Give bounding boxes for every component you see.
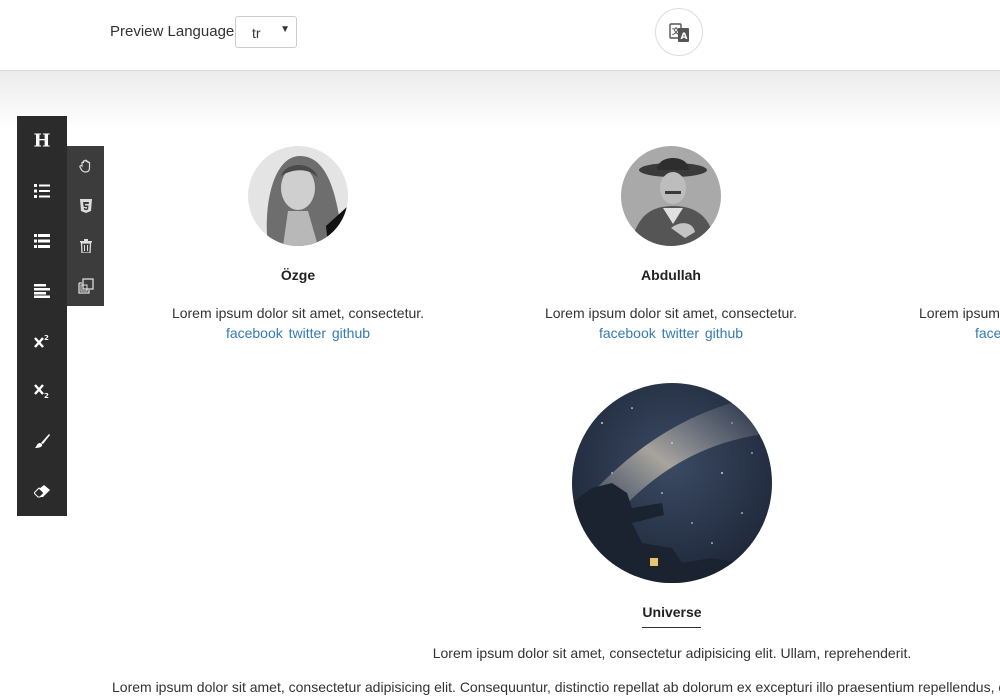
member-social-links: facebook	[975, 325, 1000, 341]
feature-long-description: Lorem ipsum dolor sit amet, consectetur …	[112, 679, 1000, 695]
night-sky-image	[572, 383, 772, 583]
subscript-button[interactable]: 2	[17, 366, 67, 416]
align-left-button[interactable]	[17, 266, 67, 316]
trash-icon	[79, 239, 92, 253]
eraser-button[interactable]	[17, 466, 67, 516]
feature-title-underline	[642, 627, 701, 628]
member-social-links: facebook twitter github	[148, 325, 448, 341]
translate-icon: 文 A	[669, 23, 689, 42]
preview-language-label: Preview Language	[110, 23, 235, 40]
unordered-list-icon	[34, 234, 50, 248]
translate-button[interactable]: 文 A	[655, 8, 703, 56]
delete-button[interactable]	[67, 226, 104, 266]
ordered-list-icon	[34, 184, 50, 198]
unordered-list-button[interactable]	[17, 216, 67, 266]
heading-icon: H	[33, 130, 51, 152]
svg-text:2: 2	[44, 334, 49, 342]
html-source-button[interactable]	[67, 186, 104, 226]
portrait-image	[248, 146, 348, 246]
superscript-button[interactable]: 2	[17, 316, 67, 366]
avatar	[621, 146, 721, 246]
ordered-list-button[interactable]	[17, 166, 67, 216]
copy-icon	[77, 278, 94, 294]
align-left-icon	[34, 284, 50, 298]
twitter-link[interactable]: twitter	[289, 325, 326, 341]
github-link[interactable]: github	[705, 325, 743, 341]
top-bar: Preview Language tr ▼ 文 A	[0, 0, 1000, 71]
language-select[interactable]: tr ▼	[235, 16, 297, 48]
brush-button[interactable]	[17, 416, 67, 466]
portrait-image	[621, 146, 721, 246]
member-description: Lorem ipsum dolor sit amet, consectetur.	[171, 305, 425, 321]
member-social-links: facebook twitter github	[521, 325, 821, 341]
eraser-icon	[34, 485, 50, 498]
avatar	[248, 146, 348, 246]
block-toolbar	[67, 146, 104, 306]
svg-text:A: A	[681, 32, 688, 42]
subscript-icon: 2	[34, 384, 49, 398]
feature-title: Universe	[642, 604, 702, 620]
editor-toolbar: H 2 2	[17, 116, 67, 516]
drag-handle-icon	[78, 159, 90, 173]
member-description: Lorem ipsum dolor sit amet, consectetur.	[544, 305, 798, 321]
member-card-clipped: Lorem ipsum dolor sit amet, consectetur.…	[919, 305, 1000, 345]
superscript-icon: 2	[34, 334, 49, 348]
drag-button[interactable]	[67, 146, 104, 186]
header-shadow	[0, 71, 1000, 131]
github-link[interactable]: github	[332, 325, 370, 341]
facebook-link[interactable]: facebook	[226, 325, 283, 341]
language-select-value: tr	[252, 25, 261, 41]
facebook-link[interactable]: facebook	[975, 325, 1000, 341]
member-name: Abdullah	[641, 267, 701, 283]
duplicate-button[interactable]	[67, 266, 104, 306]
member-name: Özge	[280, 267, 316, 283]
heading-button[interactable]: H	[17, 116, 67, 166]
html5-icon	[79, 199, 92, 213]
twitter-link[interactable]: twitter	[662, 325, 699, 341]
feature-image	[572, 383, 772, 583]
chevron-down-icon: ▼	[280, 24, 290, 35]
svg-text:2: 2	[44, 392, 49, 398]
member-description: Lorem ipsum dolor sit amet, consectetur.	[919, 305, 1000, 321]
feature-description: Lorem ipsum dolor sit amet, consectetur …	[432, 645, 912, 661]
brush-icon	[35, 434, 50, 448]
facebook-link[interactable]: facebook	[599, 325, 656, 341]
